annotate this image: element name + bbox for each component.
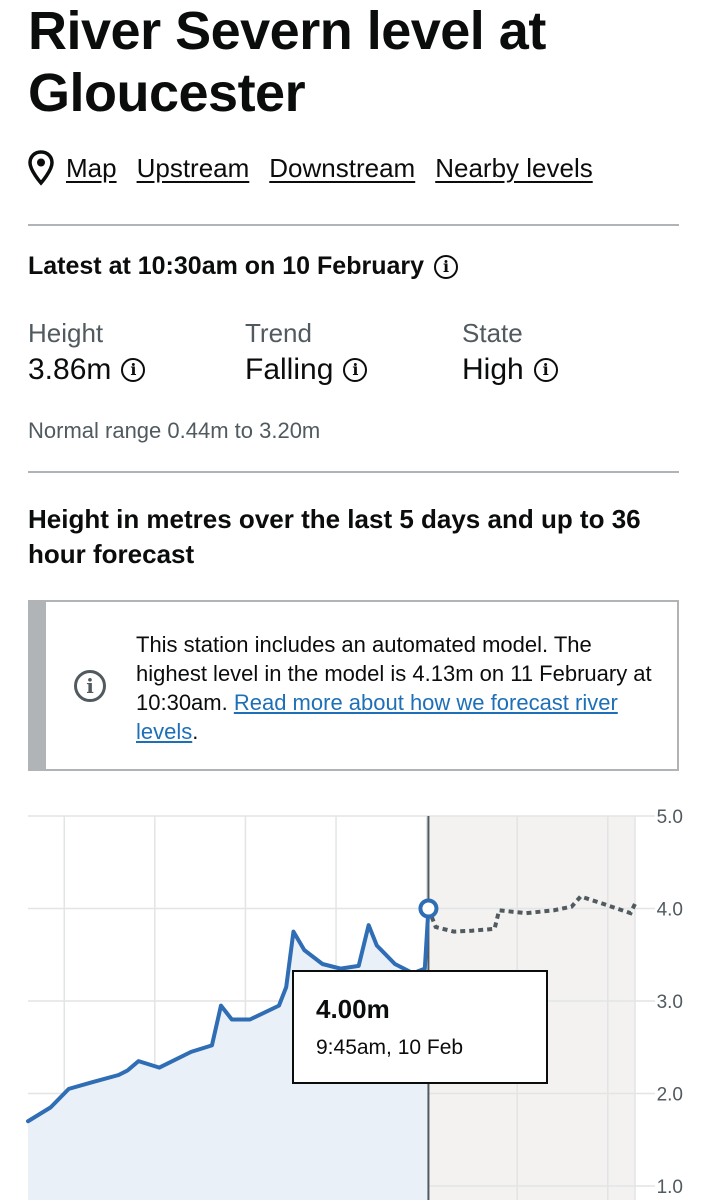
y-tick-label: 2.0 — [657, 1085, 683, 1106]
stat-label: Height — [28, 318, 104, 348]
stat-state: State High i — [462, 316, 558, 390]
y-tick-label: 3.0 — [657, 992, 683, 1013]
notice-text: This station includes an automated model… — [136, 630, 666, 746]
upstream-link[interactable]: Upstream — [137, 153, 250, 184]
divider — [28, 224, 679, 226]
info-icon[interactable]: i — [434, 254, 458, 279]
page-title: River Severn level at Gloucester — [28, 1, 546, 123]
map-link[interactable]: Map — [66, 153, 117, 184]
y-tick-label: 4.0 — [657, 900, 683, 921]
stat-value: Falling — [245, 353, 334, 386]
stat-value: High — [462, 353, 524, 386]
station-nav: Map Upstream Downstream Nearby levels — [28, 150, 613, 186]
latest-heading: Latest at 10:30am on 10 February i — [28, 252, 458, 281]
tooltip-value: 4.00m — [316, 994, 390, 1024]
normal-range: Normal range 0.44m to 3.20m — [28, 418, 321, 443]
stat-label: State — [462, 318, 523, 348]
tooltip-time: 9:45am, 10 Feb — [316, 1036, 464, 1059]
highlight-point — [418, 898, 439, 919]
y-tick-label: 1.0 — [657, 1177, 683, 1198]
stat-trend: Trend Falling i — [245, 316, 368, 390]
downstream-link[interactable]: Downstream — [269, 153, 415, 184]
info-icon: i — [74, 670, 106, 702]
info-icon[interactable]: i — [533, 358, 558, 382]
chart-heading: Height in metres over the last 5 days an… — [28, 504, 641, 569]
map-pin-icon — [28, 150, 54, 186]
info-icon[interactable]: i — [343, 358, 368, 382]
stat-height: Height 3.86m i — [28, 316, 146, 390]
chart-tooltip: 4.00m 9:45am, 10 Feb — [292, 970, 548, 1084]
y-tick-label: 5.0 — [657, 807, 683, 828]
stat-value: 3.86m — [28, 353, 112, 386]
notice-trailing: . — [192, 719, 199, 744]
forecast-notice: i This station includes an automated mod… — [28, 600, 679, 771]
nearby-levels-link[interactable]: Nearby levels — [435, 153, 593, 184]
info-icon[interactable]: i — [121, 358, 146, 382]
stat-label: Trend — [245, 318, 312, 348]
latest-heading-text: Latest at 10:30am on 10 February — [28, 252, 424, 280]
divider — [28, 471, 679, 473]
